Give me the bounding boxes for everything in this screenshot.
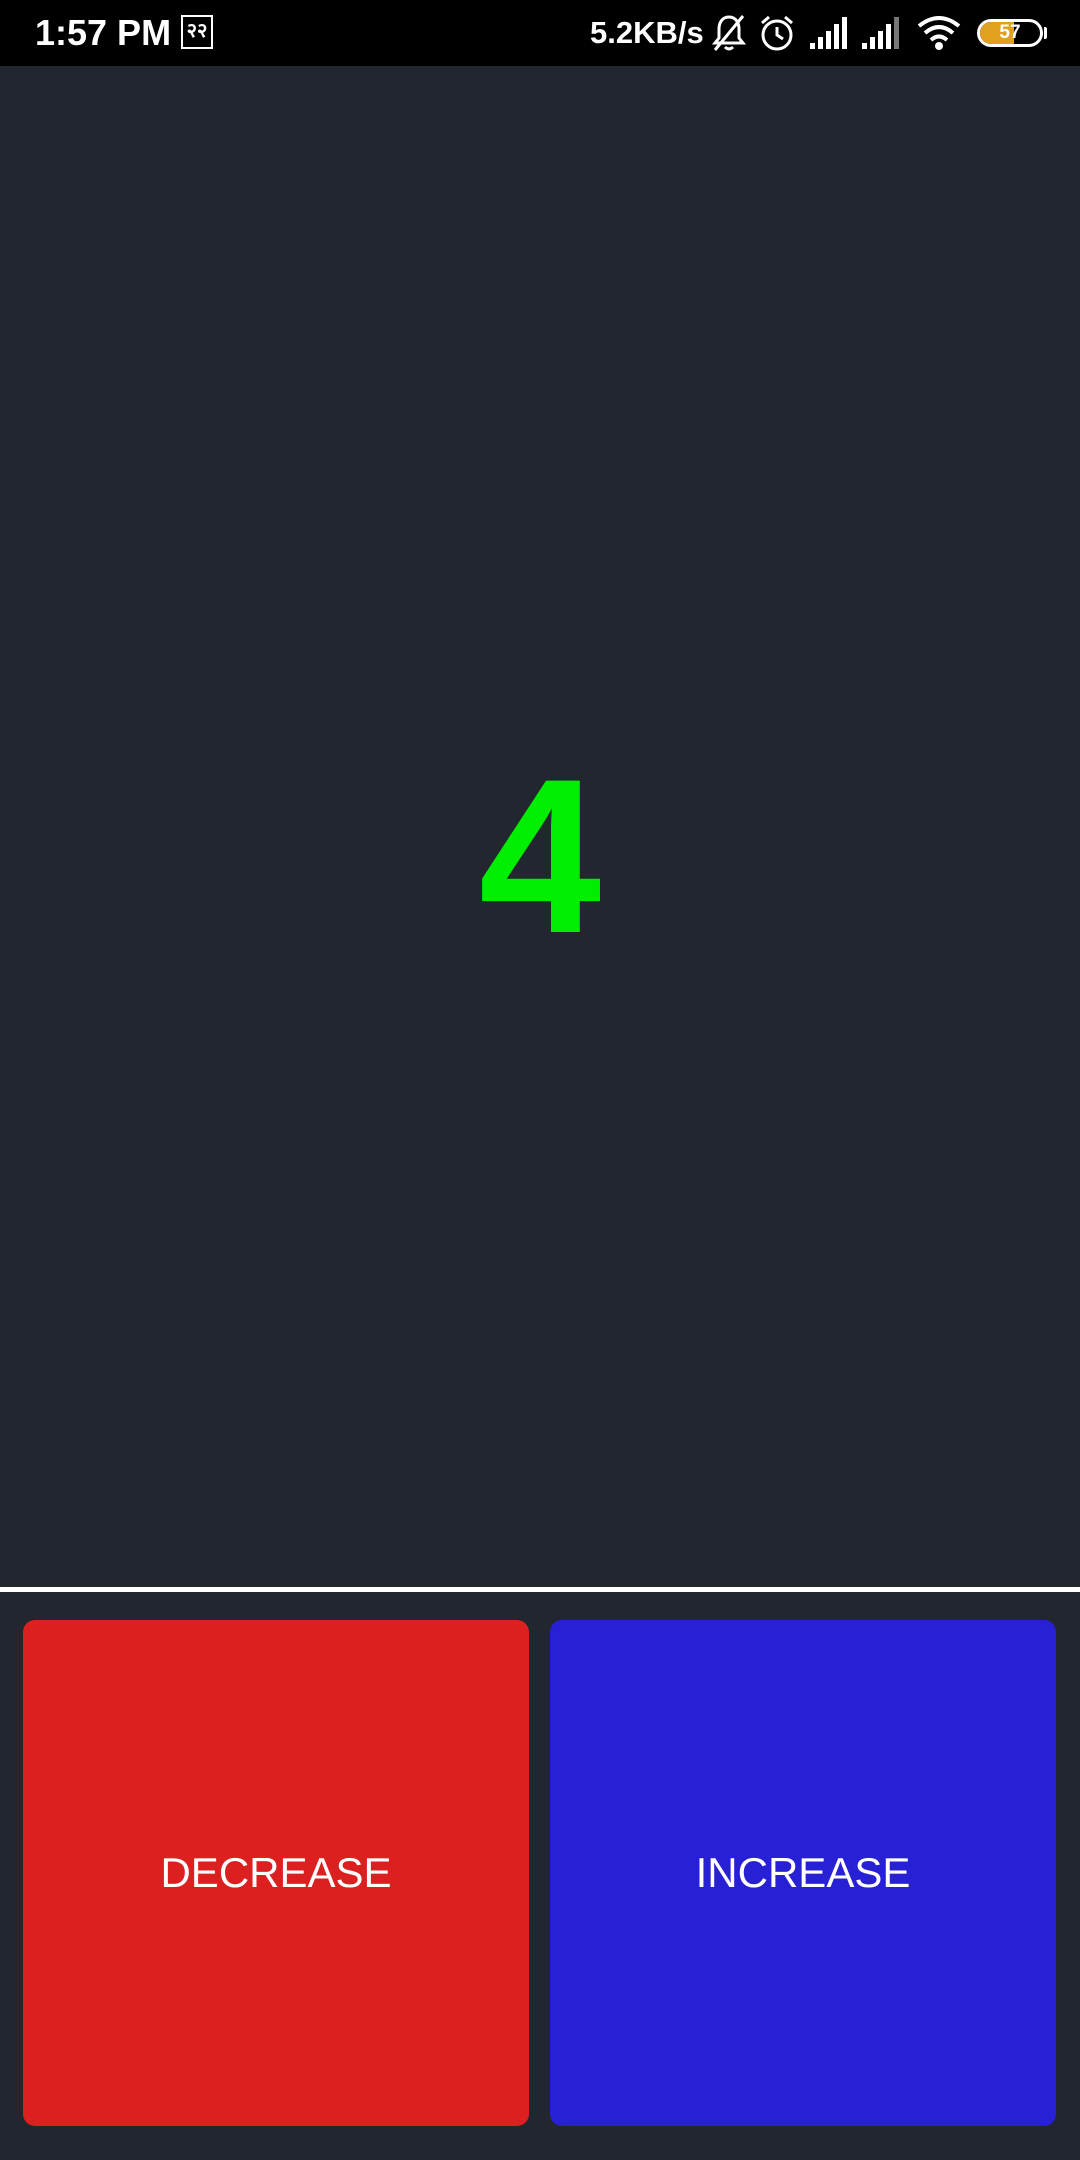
counter-area: 4 [0,66,1080,1587]
increase-button[interactable]: INCREASE [550,1620,1056,2126]
button-panel: DECREASE INCREASE [5,1592,1074,2155]
decrease-button[interactable]: DECREASE [23,1620,529,2126]
battery-icon: 57 [977,19,1043,47]
bell-off-icon [712,15,746,51]
battery-tip [1044,27,1047,39]
wifi-icon [917,16,961,50]
alarm-icon [761,15,793,51]
signal-icon [810,17,847,49]
signal-icon [862,17,899,49]
notification-icon: २२ [181,15,213,49]
status-time: 1:57 PM [35,12,172,53]
counter-value: 4 [478,733,602,979]
network-speed: 5.2KB/s [590,15,704,50]
status-bar: 1:57 PM २२ 5.2KB/s 57 [0,0,1080,66]
battery-level: 57 [999,22,1021,43]
